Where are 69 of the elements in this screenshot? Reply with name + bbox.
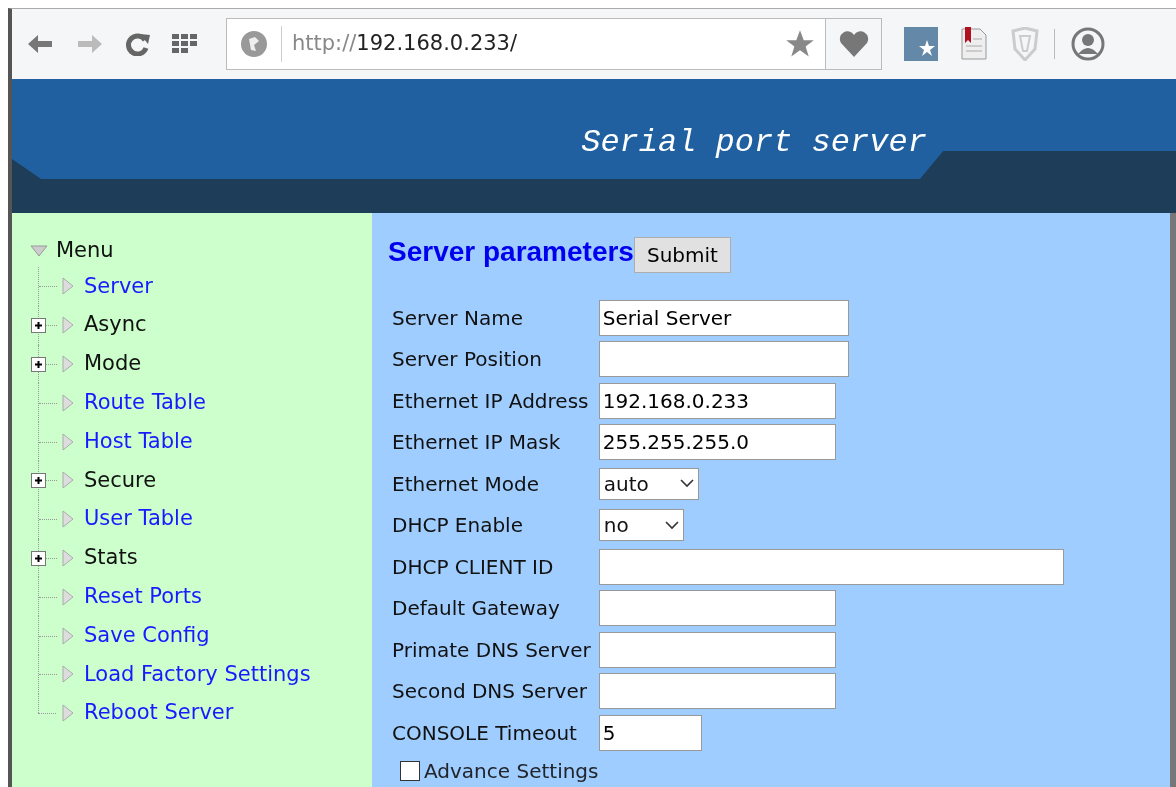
field-label: Default Gateway <box>391 595 561 623</box>
field-label: Server Position <box>391 346 543 374</box>
caret-icon <box>664 520 679 530</box>
triangle-icon <box>62 704 74 723</box>
checkbox[interactable] <box>400 760 420 781</box>
menu-link[interactable]: User Table <box>84 503 193 535</box>
url-text: http://192.168.0.233/ <box>291 30 518 58</box>
input-field[interactable] <box>598 548 1064 585</box>
triangle-icon <box>62 510 74 529</box>
select-field[interactable]: no <box>598 509 684 542</box>
field-label: Primate DNS Server <box>391 636 592 664</box>
plus-icon[interactable] <box>31 550 46 566</box>
field-label: Ethernet Mode <box>391 470 540 498</box>
field-label: Server Name <box>391 304 524 332</box>
plus-icon[interactable] <box>31 356 46 372</box>
submit-button[interactable]: Submit <box>633 237 731 273</box>
banner-title: Serial port server <box>581 127 927 159</box>
triangle-icon <box>62 277 74 296</box>
menu-link[interactable]: Reset Ports <box>84 581 202 613</box>
plus-icon[interactable] <box>31 473 46 488</box>
triangle-icon <box>62 432 74 451</box>
triangle-icon <box>62 587 74 606</box>
menu-link[interactable]: Route Table <box>84 387 206 419</box>
triangle-icon <box>62 665 74 684</box>
input-field[interactable] <box>598 341 849 378</box>
triangle-icon <box>62 316 74 335</box>
menu-link[interactable]: Load Factory Settings <box>84 658 311 691</box>
input-field[interactable]: 192.168.0.233 <box>598 382 836 419</box>
profile-icon[interactable] <box>1071 27 1105 61</box>
triangle-icon <box>62 393 74 412</box>
globe-icon <box>241 31 267 57</box>
checkbox-label: Advance Settings <box>424 757 599 785</box>
field-label: CONSOLE Timeout <box>391 719 578 747</box>
bookmark-star-icon[interactable] <box>785 29 815 59</box>
menu-link[interactable]: Save Config <box>84 619 210 652</box>
input-field[interactable]: Serial Server <box>598 299 849 336</box>
menu-link[interactable]: Reboot Server <box>84 697 234 729</box>
triangle-icon <box>62 355 74 373</box>
plus-icon[interactable] <box>31 317 46 333</box>
menu-folder[interactable]: Mode <box>84 348 142 380</box>
triangle-icon <box>62 471 74 490</box>
address-bar[interactable]: http://192.168.0.233/ <box>226 18 826 70</box>
select-field[interactable]: auto <box>598 467 699 500</box>
document-icon[interactable] <box>960 27 988 61</box>
page-title: Server parameters <box>388 235 634 269</box>
menu-link[interactable]: Server <box>84 270 153 303</box>
field-label: DHCP Enable <box>391 512 524 540</box>
menu-link[interactable]: Host Table <box>84 425 193 458</box>
menu-folder[interactable]: Async <box>84 309 147 341</box>
caret-icon <box>679 479 694 489</box>
menu-title[interactable]: Menu <box>56 235 114 267</box>
grid-icon[interactable] <box>172 34 198 54</box>
input-field[interactable] <box>598 673 836 710</box>
input-field[interactable] <box>598 590 836 627</box>
reload-icon[interactable] <box>126 32 150 56</box>
input-field[interactable] <box>598 631 836 668</box>
triangle-icon <box>62 626 74 645</box>
menu-folder[interactable]: Secure <box>84 464 157 497</box>
menu-folder[interactable]: Stats <box>84 542 138 574</box>
back-arrow-icon[interactable] <box>26 33 54 55</box>
input-field[interactable]: 255.255.255.0 <box>598 424 836 461</box>
field-label: Ethernet IP Mask <box>391 429 562 457</box>
field-label: Ethernet IP Address <box>391 387 590 415</box>
triangle-icon <box>62 548 74 567</box>
input-field[interactable]: 5 <box>598 714 702 751</box>
heart-icon[interactable] <box>838 31 869 57</box>
triangle-icon[interactable] <box>30 245 48 257</box>
field-label: DHCP CLIENT ID <box>391 553 555 581</box>
field-label: Second DNS Server <box>391 678 588 706</box>
